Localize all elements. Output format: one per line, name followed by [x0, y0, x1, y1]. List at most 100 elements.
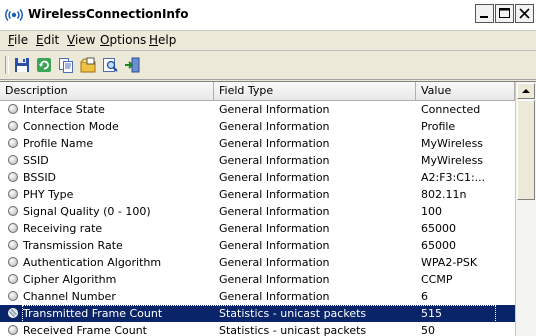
column-header-field-type[interactable]: Field Type — [214, 82, 416, 100]
scroll-up-arrow-icon — [522, 89, 530, 93]
table-row[interactable]: Connection Mode General Information Profil… — [0, 118, 515, 135]
menu-bar: File Edit View Options Help — [0, 31, 536, 51]
cell-value: 515 — [421, 307, 442, 320]
cell-field-type: General Information — [219, 120, 330, 133]
cell-value: Connected — [421, 103, 481, 116]
cell-field-type: General Information — [219, 290, 330, 303]
scroll-thumb[interactable] — [517, 100, 535, 200]
cell-value: 100 — [421, 205, 442, 218]
results-list[interactable]: Description Field Type Value Interface S… — [0, 81, 536, 336]
cell-field-type: General Information — [219, 137, 330, 150]
cell-description: SSID — [23, 154, 49, 167]
exit-icon[interactable] — [123, 56, 141, 74]
item-status-icon — [8, 172, 18, 182]
toolbar — [0, 51, 536, 80]
cell-description: Transmission Rate — [23, 239, 123, 252]
copy-icon[interactable] — [57, 56, 75, 74]
item-status-icon — [8, 257, 18, 267]
cell-field-type: General Information — [219, 171, 330, 184]
menu-file-rest: ile — [14, 33, 29, 47]
item-status-icon — [8, 325, 18, 335]
cell-description: Authentication Algorithm — [23, 256, 162, 269]
cell-field-type: Statistics - unicast packets — [219, 307, 367, 320]
cell-description: BSSID — [23, 171, 57, 184]
table-row[interactable]: Received Frame Count Statistics - unicast… — [0, 322, 515, 336]
table-row[interactable]: SSID General Information MyWireless — [0, 152, 515, 169]
maximize-button[interactable] — [495, 4, 514, 23]
cell-description: Signal Quality (0 - 100) — [23, 205, 151, 218]
menu-help-rest: elp — [158, 33, 177, 47]
cell-value: MyWireless — [421, 137, 484, 150]
cell-description: Transmitted Frame Count — [23, 307, 163, 320]
cell-field-type: General Information — [219, 154, 330, 167]
item-status-icon — [8, 274, 18, 284]
title-bar[interactable]: WirelessConnectionInfo — [0, 0, 536, 31]
properties-icon[interactable] — [79, 56, 97, 74]
table-row[interactable]: Channel Number General Information 6 — [0, 288, 515, 305]
cell-value: 65000 — [421, 239, 456, 252]
cell-value: 802.11n — [421, 188, 467, 201]
menu-help[interactable]: Help — [149, 33, 176, 47]
menu-view-mnemonic: V — [67, 33, 75, 47]
save-icon[interactable] — [13, 56, 31, 74]
cell-description: Profile Name — [23, 137, 94, 150]
menu-edit-rest: dit — [43, 33, 60, 47]
scroll-up-button[interactable] — [517, 83, 535, 99]
table-row[interactable]: Profile Name General Information MyWireles… — [0, 135, 515, 152]
cell-description: Receiving rate — [23, 222, 103, 235]
table-row[interactable]: Transmission Rate General Information 6500… — [0, 237, 515, 254]
cell-description: Interface State — [23, 103, 105, 116]
table-row[interactable]: Transmitted Frame Count Statistics - unic… — [0, 305, 515, 323]
cell-field-type: General Information — [219, 239, 330, 252]
refresh-icon[interactable] — [35, 56, 53, 74]
cell-value: 65000 — [421, 222, 456, 235]
item-status-icon — [8, 206, 18, 216]
cell-field-type: General Information — [219, 256, 330, 269]
cell-value: A2:F3:C1:... — [421, 171, 486, 184]
item-status-icon — [8, 308, 18, 318]
menu-file[interactable]: File — [8, 33, 28, 47]
menu-view[interactable]: View — [67, 33, 95, 47]
item-status-icon — [8, 223, 18, 233]
toolbar-grip — [5, 56, 9, 74]
table-row[interactable]: Cipher Algorithm General Information CCMP — [0, 271, 515, 288]
column-header-value[interactable]: Value — [416, 82, 515, 100]
item-status-icon — [8, 189, 18, 199]
wifi-app-icon — [5, 7, 23, 23]
item-status-icon — [8, 291, 18, 301]
cell-description: Cipher Algorithm — [23, 273, 117, 286]
column-header-description[interactable]: Description — [0, 82, 214, 100]
minimize-button[interactable] — [475, 4, 494, 23]
table-row[interactable]: Receiving rate General Information 65000 — [0, 220, 515, 237]
cell-field-type: General Information — [219, 222, 330, 235]
table-row[interactable]: Signal Quality (0 - 100) General Informat… — [0, 203, 515, 220]
cell-field-type: General Information — [219, 205, 330, 218]
menu-view-rest: iew — [74, 33, 96, 47]
item-status-icon — [8, 104, 18, 114]
item-status-icon — [8, 240, 18, 250]
item-status-icon — [8, 138, 18, 148]
menu-edit-mnemonic: E — [36, 33, 44, 47]
close-button[interactable] — [515, 4, 534, 23]
item-status-icon — [8, 155, 18, 165]
table-row[interactable]: Authentication Algorithm General Informat… — [0, 254, 515, 271]
find-icon[interactable] — [101, 56, 119, 74]
table-row[interactable]: PHY Type General Information 802.11n — [0, 186, 515, 203]
maximize-icon — [499, 8, 510, 18]
app-window: WirelessConnectionInfo File Edit View Op… — [0, 0, 536, 336]
menu-edit[interactable]: Edit — [36, 33, 59, 47]
table-row[interactable]: BSSID General Information A2:F3:C1:... — [0, 169, 515, 186]
cell-value: 6 — [421, 290, 428, 303]
menu-options-rest: ptions — [109, 33, 147, 47]
menu-help-mnemonic: H — [149, 33, 159, 47]
menu-options[interactable]: Options — [100, 33, 146, 47]
table-row[interactable]: Interface State General Information Connec… — [0, 101, 515, 118]
cell-field-type: General Information — [219, 273, 330, 286]
vertical-scrollbar[interactable] — [515, 82, 536, 336]
cell-value: Profile — [421, 120, 456, 133]
close-icon — [519, 8, 530, 19]
cell-value: CCMP — [421, 273, 453, 286]
list-header: Description Field Type Value — [0, 82, 515, 101]
cell-value: WPA2-PSK — [421, 256, 478, 269]
cell-description: PHY Type — [23, 188, 74, 201]
